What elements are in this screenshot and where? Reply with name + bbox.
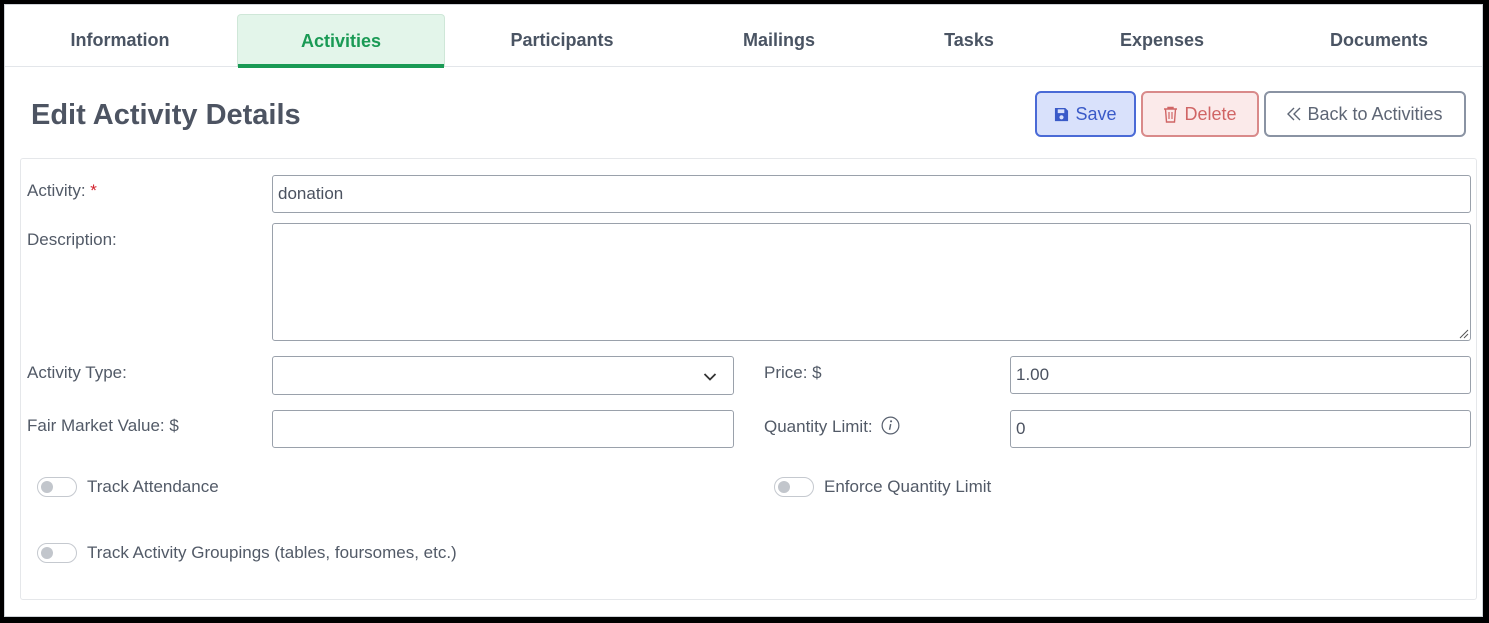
app-window: Information Activities Participants Mail… xyxy=(4,4,1483,617)
enforce-quantity-limit-toggle[interactable] xyxy=(774,477,814,497)
back-label: Back to Activities xyxy=(1307,103,1443,124)
quantity-limit-input[interactable] xyxy=(1010,410,1471,448)
tab-documents[interactable]: Documents xyxy=(1273,14,1482,67)
track-groupings-label: Track Activity Groupings (tables, fourso… xyxy=(87,543,457,562)
activity-type-select[interactable] xyxy=(272,356,734,395)
tab-activities[interactable]: Activities xyxy=(237,14,445,68)
tab-mailings[interactable]: Mailings xyxy=(681,14,877,67)
trash-icon xyxy=(1163,106,1178,123)
track-attendance-toggle[interactable] xyxy=(37,477,77,497)
enforce-quantity-label: Enforce Quantity Limit xyxy=(824,477,992,496)
activity-label-text: Activity: xyxy=(27,181,86,200)
track-groupings-row: Track Activity Groupings (tables, fourso… xyxy=(37,543,457,563)
activity-label: Activity: * xyxy=(27,181,97,201)
fair-market-value-input[interactable] xyxy=(272,410,734,448)
resize-grip-icon[interactable] xyxy=(1459,329,1469,339)
save-label: Save xyxy=(1075,103,1117,124)
chevron-down-icon xyxy=(703,369,717,387)
tab-participants[interactable]: Participants xyxy=(457,14,667,67)
back-to-activities-button[interactable]: Back to Activities xyxy=(1264,91,1466,137)
price-input[interactable] xyxy=(1010,356,1471,394)
info-circle-icon[interactable] xyxy=(881,416,900,440)
description-textarea[interactable] xyxy=(272,223,1471,341)
tab-information[interactable]: Information xyxy=(17,14,223,67)
track-activity-groupings-toggle[interactable] xyxy=(37,543,77,563)
delete-label: Delete xyxy=(1184,103,1237,124)
save-button[interactable]: Save xyxy=(1035,91,1136,137)
activity-type-label: Activity Type: xyxy=(27,363,127,382)
tab-bar: Information Activities Participants Mail… xyxy=(5,5,1482,68)
activity-form: Activity: * Description: Activity Type: … xyxy=(20,158,1477,600)
page-title: Edit Activity Details xyxy=(31,99,301,131)
track-attendance-label: Track Attendance xyxy=(87,477,219,496)
double-chevron-left-icon xyxy=(1287,107,1301,121)
quantity-limit-label: Quantity Limit: xyxy=(764,416,900,440)
delete-button[interactable]: Delete xyxy=(1141,91,1259,137)
track-attendance-row: Track Attendance xyxy=(37,477,219,497)
quantity-limit-label-text: Quantity Limit: xyxy=(764,417,873,436)
enforce-quantity-row: Enforce Quantity Limit xyxy=(774,477,991,497)
tab-expenses[interactable]: Expenses xyxy=(1063,14,1261,67)
activity-input[interactable] xyxy=(272,175,1471,213)
description-label: Description: xyxy=(27,230,117,249)
fair-market-value-label: Fair Market Value: $ xyxy=(27,416,179,435)
tab-tasks[interactable]: Tasks xyxy=(889,14,1049,67)
floppy-disk-icon xyxy=(1054,107,1069,122)
required-mark: * xyxy=(90,181,97,200)
price-label: Price: $ xyxy=(764,363,822,382)
